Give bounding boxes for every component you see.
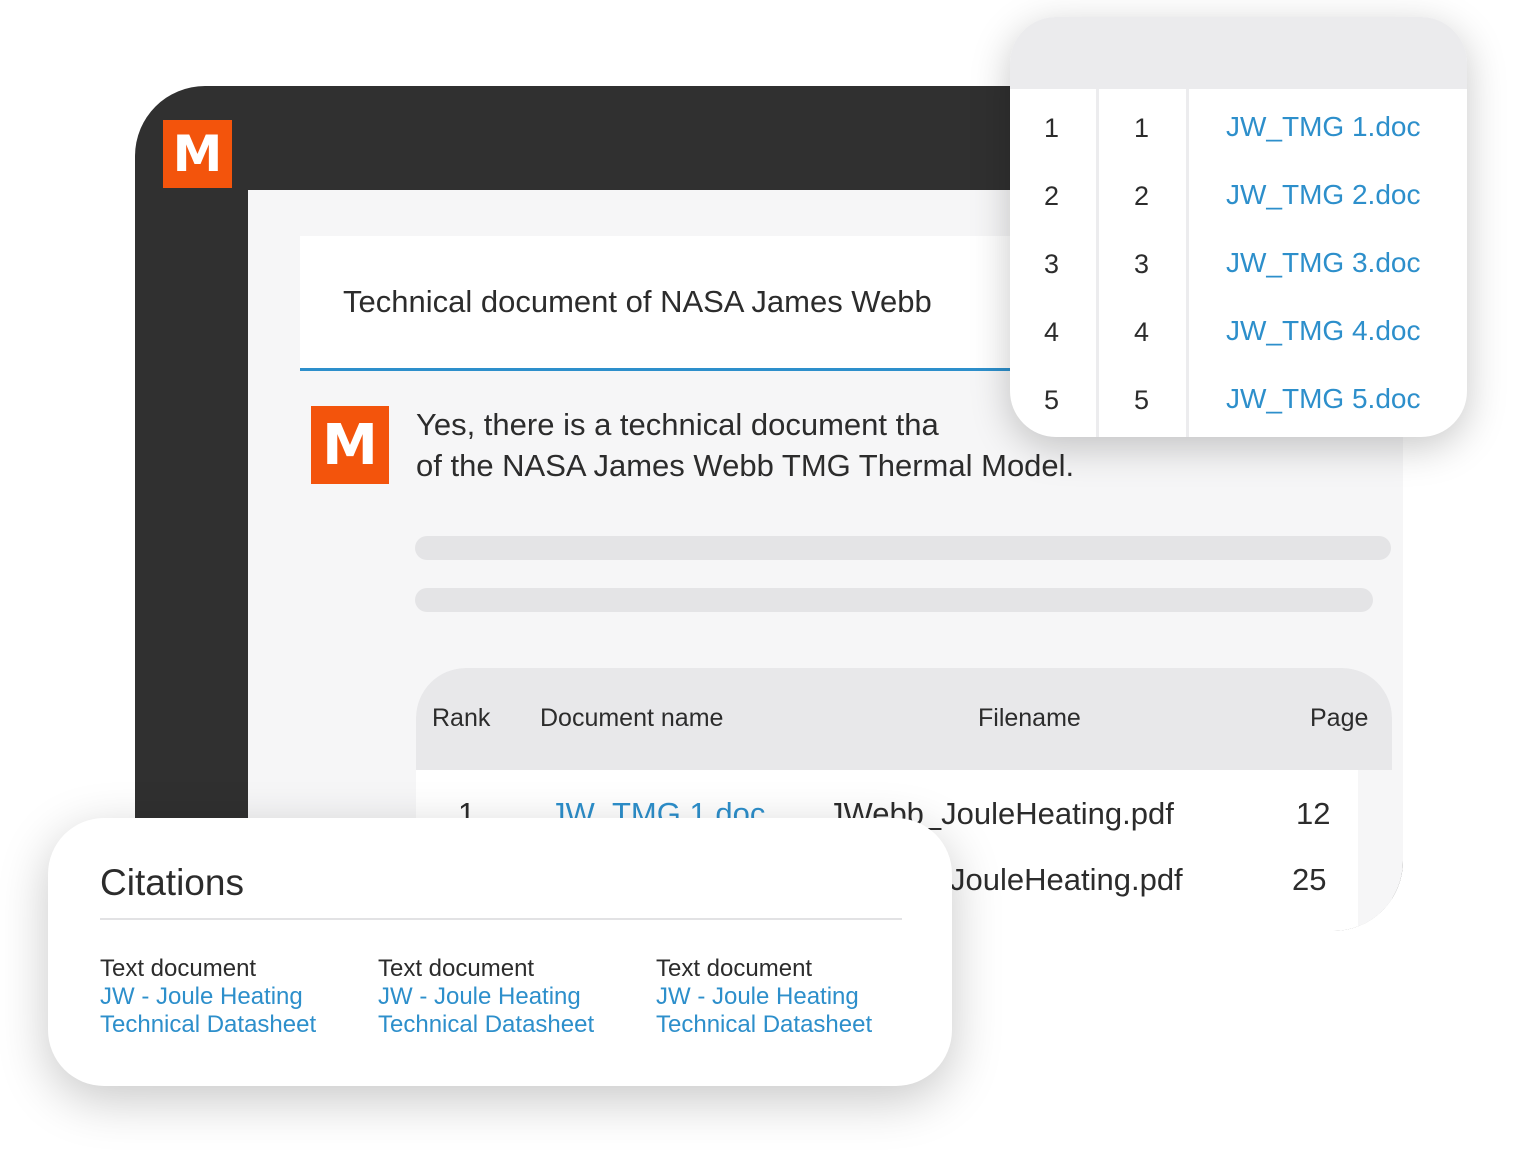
header-document-name: Document name [540,704,724,732]
citation-link[interactable]: Technical Datasheet [378,1011,628,1039]
doc-row-index: 2 [1044,181,1060,211]
loading-skeleton-line [415,536,1391,560]
loading-skeleton-line [415,588,1373,612]
doc-row-index: 5 [1044,385,1060,415]
citation-item[interactable]: Text document JW - Joule Heating Technic… [656,955,906,1039]
header-page: Page [1310,704,1369,732]
doc-row-index: 1 [1044,113,1060,143]
header-filename: Filename [978,704,1081,732]
citation-link[interactable]: JW - Joule Heating [656,983,906,1011]
answer-line-2: of the NASA James Webb TMG Thermal Model… [416,448,1075,483]
citation-link[interactable]: Technical Datasheet [100,1011,350,1039]
doc-row-link[interactable]: JW_TMG 4.doc [1226,315,1420,347]
doc-row-index: 4 [1044,317,1060,347]
citation-type: Text document [378,955,535,982]
doc-row-rank: 4 [1134,317,1150,347]
doc-row-index: 3 [1044,249,1060,279]
doc-row-link[interactable]: JW_TMG 5.doc [1226,383,1420,415]
citations-card: Citations Text document JW - Joule Heati… [48,818,952,1086]
citation-link[interactable]: JW - Joule Heating [100,983,350,1011]
citation-item[interactable]: Text document JW - Joule Heating Technic… [378,955,628,1039]
column-divider [1096,89,1099,437]
column-divider [1186,89,1189,437]
citation-type: Text document [656,955,813,982]
row-page: 12 [1296,796,1331,831]
header-rank: Rank [432,704,491,732]
assistant-avatar: M [311,406,389,484]
citation-type: Text document [100,955,257,982]
doc-row-link[interactable]: JW_TMG 1.doc [1226,111,1420,143]
citation-item[interactable]: Text document JW - Joule Heating Technic… [100,955,350,1039]
divider [100,918,902,920]
row-page: 25 [1292,862,1327,897]
table-edge [1358,770,1392,931]
doc-row-link[interactable]: JW_TMG 3.doc [1226,247,1420,279]
query-text: Technical document of NASA James Webb [343,284,932,319]
doc-row-rank: 3 [1134,249,1150,279]
results-header: Rank Document name Filename Page [416,668,1392,770]
doc-row-rank: 2 [1134,181,1150,211]
doc-row-rank: 1 [1134,113,1150,143]
citations-title: Citations [100,862,244,903]
row-filename: JouleHeating.pdf [950,862,1183,897]
doc-row-rank: 5 [1134,385,1150,415]
answer-line-1: Yes, there is a technical document tha [416,407,939,442]
citation-link[interactable]: JW - Joule Heating [378,983,628,1011]
app-logo: M [163,120,232,188]
document-list-header [1010,17,1467,89]
document-list-card: 1 1 JW_TMG 1.doc 2 2 JW_TMG 2.doc 3 3 JW… [1010,17,1467,437]
doc-row-link[interactable]: JW_TMG 2.doc [1226,179,1420,211]
citation-link[interactable]: Technical Datasheet [656,1011,906,1039]
